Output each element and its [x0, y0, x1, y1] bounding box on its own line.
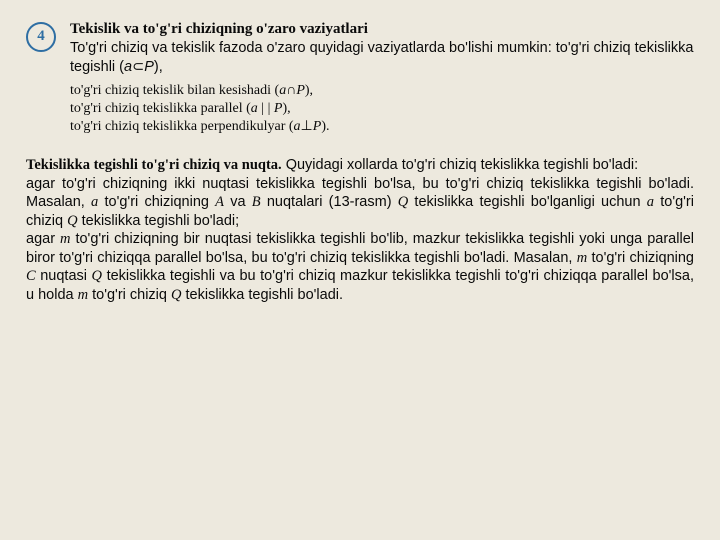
- definition-description: To'g'ri chiziq va tekislik fazoda o'zaro…: [70, 39, 694, 76]
- p1d: nuqtalari (13-rasm): [261, 194, 398, 210]
- desc-tail: ),: [154, 59, 163, 75]
- section-number-badge: 4: [26, 22, 56, 52]
- body-paragraph: Tekislikka tegishli to'g'ri chiziq va nu…: [26, 156, 694, 304]
- sub1-text: to'g'ri chiziq tekislik bilan kesishadi …: [70, 83, 279, 98]
- symbol-a: a: [124, 59, 132, 75]
- sub3-a: a: [294, 119, 301, 134]
- section-number: 4: [37, 27, 45, 46]
- sub-line-1: to'g'ri chiziq tekislik bilan kesishadi …: [70, 82, 694, 100]
- sub1-P: P: [296, 83, 305, 98]
- p2-m3: m: [78, 287, 88, 303]
- definition-row: 4 Tekislik va to'g'ri chiziqning o'zaro …: [26, 20, 694, 136]
- p2-m: m: [60, 231, 70, 247]
- definition-title: Tekislik va to'g'ri chiziqning o'zaro va…: [70, 20, 694, 39]
- p2-C: C: [26, 268, 36, 284]
- page: 4 Tekislik va to'g'ri chiziqning o'zaro …: [0, 0, 720, 324]
- sub3-op: ⊥: [301, 119, 313, 134]
- sub2-op: | |: [258, 101, 274, 116]
- p2f: to'g'ri chiziq: [88, 287, 171, 303]
- p1e: tekislikka tegishli bo'lganligi uchun: [408, 194, 647, 210]
- sub2-text: to'g'ri chiziq tekislikka parallel (: [70, 101, 251, 116]
- p1b: to'g'ri chiziqning: [98, 194, 215, 210]
- p2g: tekislikka tegishli bo'ladi.: [181, 287, 343, 303]
- p2-m2: m: [577, 250, 587, 266]
- p1-B: B: [252, 194, 261, 210]
- subset-op: ⊂: [132, 59, 144, 75]
- p1c: va: [224, 194, 252, 210]
- para-lead: Quyidagi xollarda to'g'ri chiziq tekisli…: [282, 157, 638, 173]
- p1-A: A: [215, 194, 224, 210]
- p1-a2: a: [647, 194, 654, 210]
- p2-Q2: Q: [171, 287, 181, 303]
- sub1-tail: ),: [305, 83, 313, 98]
- sub2-tail: ),: [282, 101, 290, 116]
- sub-line-2: to'g'ri chiziq tekislikka parallel (a | …: [70, 100, 694, 118]
- p2d: nuqtasi: [36, 268, 92, 284]
- desc-text: To'g'ri chiziq va tekislik fazoda o'zaro…: [70, 40, 693, 75]
- symbol-P: P: [144, 59, 154, 75]
- sub2-a: a: [251, 101, 258, 116]
- p1-Q2: Q: [67, 213, 77, 229]
- sub3-text: to'g'ri chiziq tekislikka perpendikulyar…: [70, 119, 294, 134]
- para-title: Tekislikka tegishli to'g'ri chiziq va nu…: [26, 157, 282, 173]
- sub1-op: ∩: [286, 83, 296, 98]
- sub-line-3: to'g'ri chiziq tekislikka perpendikulyar…: [70, 118, 694, 136]
- p1-Q: Q: [398, 194, 408, 210]
- p2-Q: Q: [92, 268, 102, 284]
- p1g: tekislikka tegishli bo'ladi;: [78, 213, 240, 229]
- definition-body: Tekislik va to'g'ri chiziqning o'zaro va…: [70, 20, 694, 136]
- sub3-tail: ).: [321, 119, 329, 134]
- p2a: agar: [26, 231, 60, 247]
- p2c: to'g'ri chiziqning: [587, 250, 694, 266]
